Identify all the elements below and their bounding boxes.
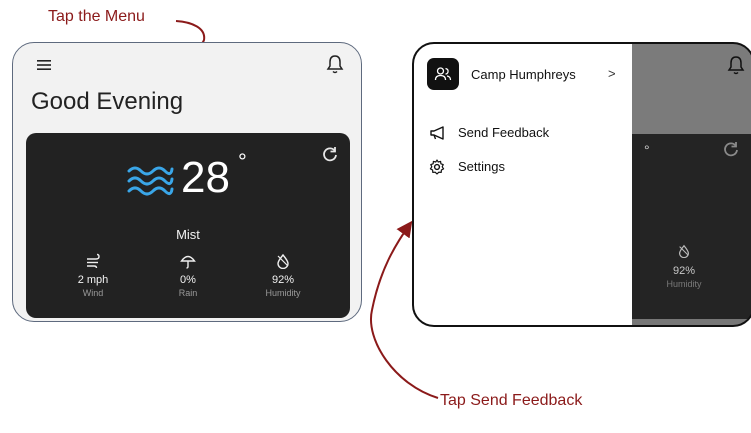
umbrella-icon — [180, 255, 196, 269]
wind-icon — [87, 253, 100, 269]
humidity-value: 92% — [271, 274, 295, 286]
drawer-screen: ° 92% Humidity Camp Humphreys > Send Fee… — [412, 42, 751, 327]
humidity-label: Humidity — [265, 288, 301, 298]
waves-icon — [127, 166, 174, 196]
rain-value: 0% — [180, 274, 196, 286]
peek-degree: ° — [644, 142, 650, 158]
chevron-right-icon[interactable]: > — [608, 66, 616, 81]
account-avatar[interactable] — [427, 58, 459, 90]
stat-humidity: 92% Humidity — [238, 253, 328, 298]
menu-item-send-feedback[interactable]: Send Feedback — [422, 120, 597, 146]
wind-label: Wind — [82, 288, 104, 298]
droplet-icon — [277, 253, 289, 269]
weather-card: 28 ° Mist 2 mph Wind 0% Rain 92% Humidit… — [26, 133, 350, 318]
bell-icon[interactable] — [726, 54, 746, 76]
greeting-title: Good Evening — [31, 88, 184, 115]
peek-humidity-value: 92% — [672, 265, 696, 277]
megaphone-icon — [430, 126, 444, 140]
dimmed-weather-card — [630, 134, 751, 319]
gear-icon — [429, 159, 445, 175]
annotation-tap-send-feedback: Tap Send Feedback — [440, 392, 583, 409]
refresh-icon — [724, 142, 738, 157]
temperature-degree: ° — [238, 149, 247, 174]
side-drawer: Camp Humphreys > Send Feedback Settings — [414, 44, 632, 325]
home-screen: Good Evening 28 ° Mist 2 mph Wind 0% Rai… — [12, 42, 362, 322]
send-feedback-label: Send Feedback — [458, 125, 550, 140]
peek-humidity: 92% Humidity — [654, 244, 714, 289]
rain-label: Rain — [178, 288, 198, 298]
hamburger-icon — [37, 60, 51, 70]
bell-icon[interactable] — [325, 53, 345, 75]
menu-button[interactable] — [31, 52, 57, 78]
dimmed-footer — [630, 319, 751, 325]
users-icon — [434, 67, 452, 81]
settings-label: Settings — [458, 159, 505, 174]
wind-value: 2 mph — [77, 274, 109, 286]
menu-item-settings[interactable]: Settings — [422, 154, 597, 180]
temperature-value: 28 — [181, 153, 230, 202]
refresh-icon[interactable] — [321, 145, 339, 163]
account-name[interactable]: Camp Humphreys — [471, 67, 576, 82]
weather-condition: Mist — [176, 227, 200, 242]
stat-wind: 2 mph Wind — [48, 253, 138, 298]
stat-rain: 0% Rain — [143, 253, 233, 298]
peek-humidity-label: Humidity — [666, 279, 702, 289]
droplet-icon — [679, 244, 689, 258]
